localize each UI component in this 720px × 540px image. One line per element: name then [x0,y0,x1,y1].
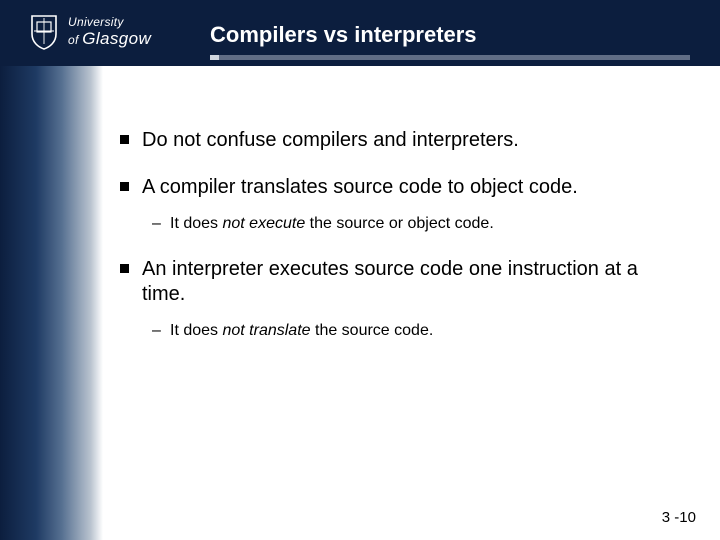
logo-glasgow: Glasgow [82,29,151,48]
bullet-item: Do not confuse compilers and interpreter… [142,128,680,153]
sub-prefix: It does [170,215,222,232]
sub-em: not execute [222,215,305,232]
title-underline [210,55,690,60]
title-block: Compilers vs interpreters [210,22,477,48]
logo-line1-a: University [68,15,124,29]
page-number: 3 -10 [662,509,696,526]
sub-suffix: the source code. [311,322,434,339]
logo-text: University of Glasgow [68,16,151,47]
slide-title: Compilers vs interpreters [210,22,477,48]
bullet-text: Do not confuse compilers and interpreter… [142,129,519,151]
logo-of: of [68,33,79,47]
bullet-text: A compiler translates source code to obj… [142,176,578,198]
university-logo: University of Glasgow [0,0,151,50]
bullet-text: An interpreter executes source code one … [142,258,638,305]
crest-icon [30,14,58,50]
header-bar: University of Glasgow Compilers vs inter… [0,0,720,66]
bullet-list: Do not confuse compilers and interpreter… [120,128,680,342]
slide: University of Glasgow Compilers vs inter… [0,0,720,540]
bullet-item: A compiler translates source code to obj… [142,175,680,235]
sub-suffix: the source or object code. [305,215,494,232]
content-area: Do not confuse compilers and interpreter… [120,128,680,364]
sub-item: It does not translate the source code. [170,321,680,342]
sub-list: It does not execute the source or object… [142,214,680,235]
sub-list: It does not translate the source code. [142,321,680,342]
sub-prefix: It does [170,322,222,339]
side-gradient [0,66,103,540]
sub-item: It does not execute the source or object… [170,214,680,235]
sub-em: not translate [222,322,310,339]
bullet-item: An interpreter executes source code one … [142,257,680,342]
